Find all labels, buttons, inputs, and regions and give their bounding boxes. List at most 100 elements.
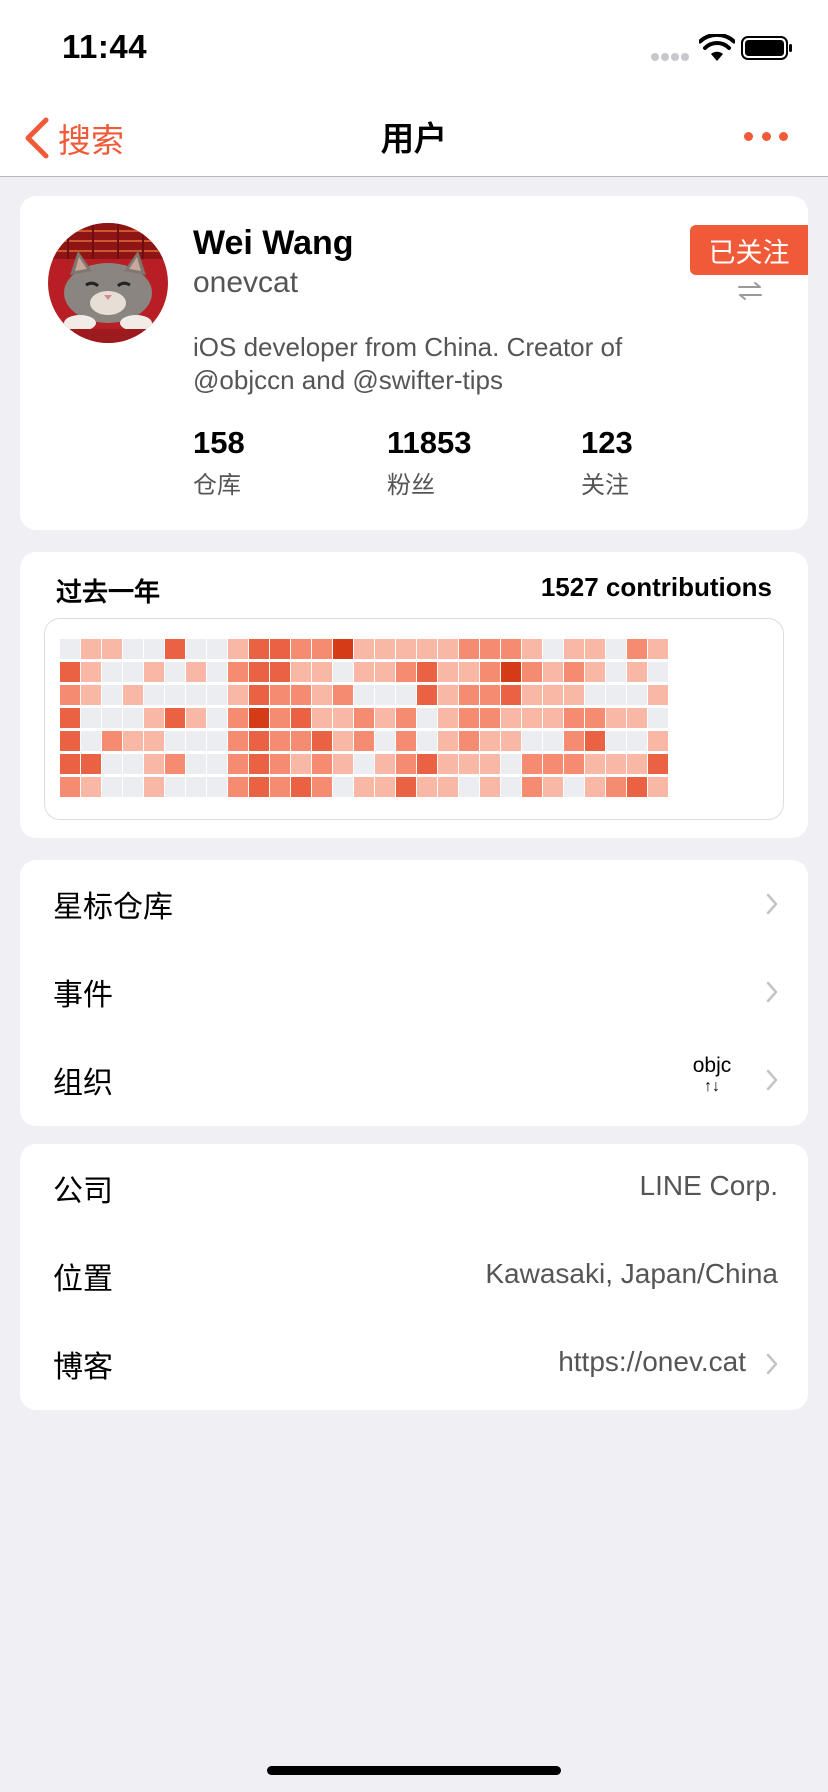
- contribution-day-cell: [270, 708, 290, 728]
- navigation-bar: 搜索 用户: [0, 100, 828, 177]
- contribution-day-cell: [333, 777, 353, 797]
- stat-following[interactable]: 123 关注: [581, 425, 633, 500]
- contribution-day-cell: [165, 731, 185, 751]
- more-button[interactable]: [744, 128, 788, 144]
- status-bar: 11:44: [0, 0, 828, 100]
- contribution-day-cell: [81, 662, 101, 682]
- contribution-day-cell: [81, 731, 101, 751]
- contribution-day-cell: [585, 662, 605, 682]
- contribution-day-cell: [606, 754, 626, 774]
- contribution-day-cell: [270, 662, 290, 682]
- contribution-day-cell: [333, 639, 353, 659]
- contribution-day-cell: [396, 754, 416, 774]
- contribution-day-cell: [123, 639, 143, 659]
- contribution-day-cell: [522, 754, 542, 774]
- contribution-day-cell: [270, 777, 290, 797]
- contribution-day-cell: [606, 777, 626, 797]
- contribution-day-cell: [543, 754, 563, 774]
- contribution-day-cell: [396, 777, 416, 797]
- contribution-day-cell: [249, 639, 269, 659]
- contribution-day-cell: [522, 639, 542, 659]
- events-label: 事件: [53, 979, 113, 1012]
- contribution-day-cell: [312, 639, 332, 659]
- contribution-day-cell: [459, 685, 479, 705]
- contribution-day-cell: [543, 639, 563, 659]
- contribution-day-cell: [228, 639, 248, 659]
- contribution-day-cell: [207, 685, 227, 705]
- display-name: Wei Wang: [193, 224, 354, 262]
- contribution-day-cell: [459, 639, 479, 659]
- blog-row[interactable]: 博客 https://onev.cat: [20, 1320, 808, 1408]
- organizations-row[interactable]: 组织 objc ↑↓: [20, 1036, 808, 1124]
- status-time: 11:44: [62, 28, 148, 65]
- contribution-day-cell: [291, 662, 311, 682]
- contribution-day-cell: [648, 754, 668, 774]
- chevron-right-icon: [766, 893, 778, 915]
- contribution-day-cell: [564, 777, 584, 797]
- contribution-day-cell: [228, 662, 248, 682]
- contribution-day-cell: [648, 731, 668, 751]
- contribution-day-cell: [375, 685, 395, 705]
- contribution-day-cell: [249, 731, 269, 751]
- contribution-day-cell: [186, 708, 206, 728]
- contribution-day-cell: [648, 662, 668, 682]
- contribution-day-cell: [396, 731, 416, 751]
- chevron-right-icon: [766, 1069, 778, 1091]
- page-title: 用户: [381, 120, 447, 157]
- contribution-day-cell: [228, 754, 248, 774]
- contribution-day-cell: [438, 662, 458, 682]
- starred-repos-row[interactable]: 星标仓库: [20, 860, 808, 948]
- contribution-day-cell: [312, 777, 332, 797]
- contribution-day-cell: [627, 754, 647, 774]
- contribution-day-cell: [459, 754, 479, 774]
- more-dot-icon: [779, 131, 788, 141]
- contribution-day-cell: [396, 708, 416, 728]
- contribution-day-cell: [438, 639, 458, 659]
- contribution-day-cell: [165, 685, 185, 705]
- stat-followers[interactable]: 11853 粉丝: [387, 425, 472, 500]
- follow-button[interactable]: 已关注: [690, 225, 808, 275]
- contribution-day-cell: [354, 731, 374, 751]
- contribution-day-cell: [375, 639, 395, 659]
- events-row[interactable]: 事件: [20, 948, 808, 1036]
- avatar[interactable]: [48, 223, 168, 343]
- wifi-icon: [699, 34, 735, 61]
- contribution-day-cell: [417, 662, 437, 682]
- contribution-day-cell: [585, 685, 605, 705]
- contribution-day-cell: [60, 777, 80, 797]
- contribution-day-cell: [417, 708, 437, 728]
- contribution-day-cell: [564, 708, 584, 728]
- contribution-day-cell: [438, 708, 458, 728]
- contribution-day-cell: [648, 777, 668, 797]
- contribution-day-cell: [501, 662, 521, 682]
- contribution-day-cell: [648, 708, 668, 728]
- stat-label: 关注: [581, 472, 629, 499]
- cat-avatar-image: [48, 223, 168, 343]
- contribution-day-cell: [165, 639, 185, 659]
- contribution-day-cell: [312, 685, 332, 705]
- contribution-day-cell: [501, 731, 521, 751]
- contribution-day-cell: [207, 662, 227, 682]
- contribution-day-cell: [480, 777, 500, 797]
- blog-link[interactable]: https://onev.cat: [558, 1346, 746, 1378]
- contribution-day-cell: [543, 731, 563, 751]
- contribution-day-cell: [543, 708, 563, 728]
- contribution-day-cell: [165, 662, 185, 682]
- contribution-day-cell: [144, 777, 164, 797]
- contribution-day-cell: [459, 662, 479, 682]
- contribution-day-cell: [249, 777, 269, 797]
- contribution-day-cell: [123, 662, 143, 682]
- contributions-title: 过去一年: [56, 577, 161, 607]
- contribution-day-cell: [270, 754, 290, 774]
- contribution-day-cell: [60, 662, 80, 682]
- contribution-day-cell: [312, 708, 332, 728]
- contribution-day-cell: [543, 777, 563, 797]
- contribution-day-cell: [228, 777, 248, 797]
- contribution-day-cell: [312, 662, 332, 682]
- contribution-day-cell: [123, 685, 143, 705]
- contribution-day-cell: [543, 685, 563, 705]
- contribution-day-cell: [396, 685, 416, 705]
- stat-repositories[interactable]: 158 仓库: [193, 425, 245, 500]
- contribution-day-cell: [417, 777, 437, 797]
- contribution-day-cell: [207, 639, 227, 659]
